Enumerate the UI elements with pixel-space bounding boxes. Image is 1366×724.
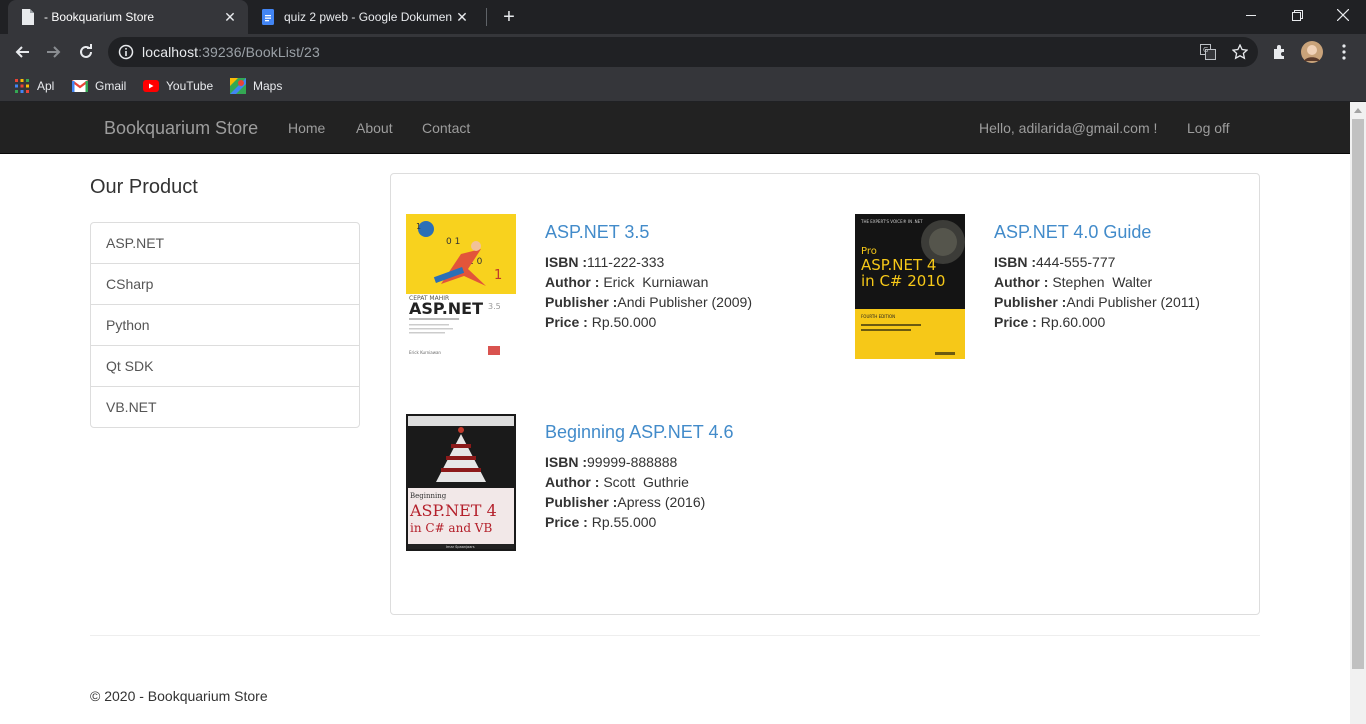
tab-separator <box>486 8 487 26</box>
close-icon[interactable]: ✕ <box>452 7 472 27</box>
bookmark-label: Apl <box>37 79 55 93</box>
book-price: Price : Rp.60.000 <box>994 314 1106 330</box>
bookmark-apl[interactable]: Apl <box>14 76 54 96</box>
svg-text:1: 1 <box>416 222 421 231</box>
tab-google-docs[interactable]: quiz 2 pweb - Google Dokumen ✕ <box>248 0 480 34</box>
brand-link[interactable]: Bookquarium Store <box>104 118 258 139</box>
book-title-link[interactable]: ASP.NET 3.5 <box>545 222 835 243</box>
bookmark-label: YouTube <box>166 79 214 93</box>
book-publisher: Publisher :Andi Publisher (2011) <box>994 294 1200 310</box>
cover-text: Imar Spaanjaars <box>446 545 475 549</box>
scroll-thumb[interactable] <box>1352 119 1364 669</box>
star-icon[interactable] <box>1228 37 1252 67</box>
book-title-link[interactable]: ASP.NET 4.0 Guide <box>994 222 1284 243</box>
book-cover-image[interactable]: THE EXPERT'S VOICE® IN .NET Pro ASP.NET … <box>855 214 965 359</box>
book-info: Beginning ASP.NET 4.6 ISBN :99999-888888… <box>545 422 835 532</box>
cover-text: THE EXPERT'S VOICE® IN .NET <box>860 219 923 224</box>
new-tab-button[interactable]: + <box>497 5 521 29</box>
book-publisher: Publisher :Andi Publisher (2009) <box>545 294 752 310</box>
bookmark-youtube[interactable]: YouTube <box>143 76 213 96</box>
cover-text: 3.5 <box>488 302 501 311</box>
cover-text: Beginning <box>410 492 447 500</box>
book-cover-image[interactable]: 1 1 0 1 1 0 CEPAT MAHIR ASP.NET 3.5 Eric… <box>406 214 516 359</box>
bookmarks-bar: Apl Gmail YouTube Maps <box>0 70 1366 102</box>
cover-text: in C# 2010 <box>861 272 945 290</box>
book-author: Author : Stephen Walter <box>994 274 1153 290</box>
svg-text:0 1: 0 1 <box>446 237 460 247</box>
close-window-button[interactable] <box>1320 0 1366 30</box>
tab-bookquarium[interactable]: - Bookquarium Store ✕ <box>8 0 248 34</box>
youtube-icon <box>143 78 159 94</box>
page-icon <box>20 9 36 25</box>
extensions-icon[interactable] <box>1266 38 1294 66</box>
scroll-up-arrow-icon[interactable] <box>1350 102 1366 118</box>
tab-title: quiz 2 pweb - Google Dokumen <box>284 10 452 24</box>
avatar[interactable] <box>1298 38 1326 66</box>
cover-text: ASP.NET 4 <box>409 501 497 520</box>
maps-icon <box>230 78 246 94</box>
info-icon[interactable] <box>118 44 134 60</box>
url-text: localhost:39236/BookList/23 <box>142 44 320 60</box>
page-viewport: Bookquarium Store Home About Contact Hel… <box>0 102 1350 724</box>
book-title-link[interactable]: Beginning ASP.NET 4.6 <box>545 422 835 443</box>
bookmark-label: Gmail <box>95 79 127 93</box>
nav-home[interactable]: Home <box>288 120 325 136</box>
category-item[interactable]: Qt SDK <box>91 345 359 386</box>
book-author: Author : Scott Guthrie <box>545 474 689 490</box>
logoff-link[interactable]: Log off <box>1187 120 1230 136</box>
page-scrollbar[interactable] <box>1350 102 1366 724</box>
cover-text: FOURTH EDITION <box>861 314 895 319</box>
bookmark-label: Maps <box>253 79 283 93</box>
book-isbn: ISBN :111-222-333 <box>545 254 665 270</box>
user-greeting-link[interactable]: Hello, adilarida@gmail.com ! <box>979 120 1157 136</box>
category-list: ASP.NET CSharp Python Qt SDK VB.NET <box>90 222 360 428</box>
cover-text: ASP.NET <box>409 299 483 318</box>
apps-grid-icon <box>14 78 30 94</box>
browser-tabstrip: - Bookquarium Store ✕ quiz 2 pweb - Goog… <box>0 0 1366 34</box>
book-cover-image[interactable]: Beginning ASP.NET 4 in C# and VB Imar Sp… <box>406 414 516 551</box>
book-author: Author : Erick Kurniawan <box>545 274 709 290</box>
gmail-icon <box>72 78 88 94</box>
book-info: ASP.NET 3.5 ISBN :111-222-333 Author : E… <box>545 222 835 332</box>
forward-button[interactable] <box>40 38 68 66</box>
menu-icon[interactable] <box>1330 38 1358 66</box>
category-item[interactable]: Python <box>91 304 359 345</box>
nav-about[interactable]: About <box>356 120 393 136</box>
cover-text: Erick Kurniawan <box>409 350 441 355</box>
book-price: Price : Rp.50.000 <box>545 314 657 330</box>
bookmark-gmail[interactable]: Gmail <box>72 76 126 96</box>
book-isbn: ISBN :99999-888888 <box>545 454 678 470</box>
sidebar-title: Our Product <box>90 176 198 198</box>
browser-toolbar: localhost:39236/BookList/23 G <box>0 34 1366 70</box>
footer-text: © 2020 - Bookquarium Store <box>90 688 268 704</box>
bookmark-maps[interactable]: Maps <box>230 76 282 96</box>
book-price: Price : Rp.55.000 <box>545 514 657 530</box>
product-panel: 1 1 0 1 1 0 CEPAT MAHIR ASP.NET 3.5 Eric… <box>390 173 1260 615</box>
address-bar[interactable]: localhost:39236/BookList/23 G <box>108 37 1258 67</box>
footer-divider <box>90 635 1260 636</box>
reload-button[interactable] <box>72 38 100 66</box>
svg-text:1: 1 <box>494 268 502 283</box>
cover-text: in C# and VB <box>410 521 492 535</box>
back-button[interactable] <box>8 38 36 66</box>
restore-button[interactable] <box>1274 0 1320 30</box>
category-item[interactable]: ASP.NET <box>91 223 359 263</box>
book-isbn: ISBN :444-555-777 <box>994 254 1116 270</box>
google-docs-icon <box>260 9 276 25</box>
book-info: ASP.NET 4.0 Guide ISBN :444-555-777 Auth… <box>994 222 1284 332</box>
category-item[interactable]: VB.NET <box>91 386 359 427</box>
close-icon[interactable]: ✕ <box>220 7 240 27</box>
tab-title: - Bookquarium Store <box>44 10 155 24</box>
minimize-button[interactable] <box>1228 0 1274 30</box>
site-navbar: Bookquarium Store Home About Contact Hel… <box>0 102 1350 154</box>
svg-text:G: G <box>1203 46 1208 54</box>
translate-icon[interactable]: G <box>1196 37 1220 67</box>
category-item[interactable]: CSharp <box>91 263 359 304</box>
book-publisher: Publisher :Apress (2016) <box>545 494 706 510</box>
nav-contact[interactable]: Contact <box>422 120 470 136</box>
